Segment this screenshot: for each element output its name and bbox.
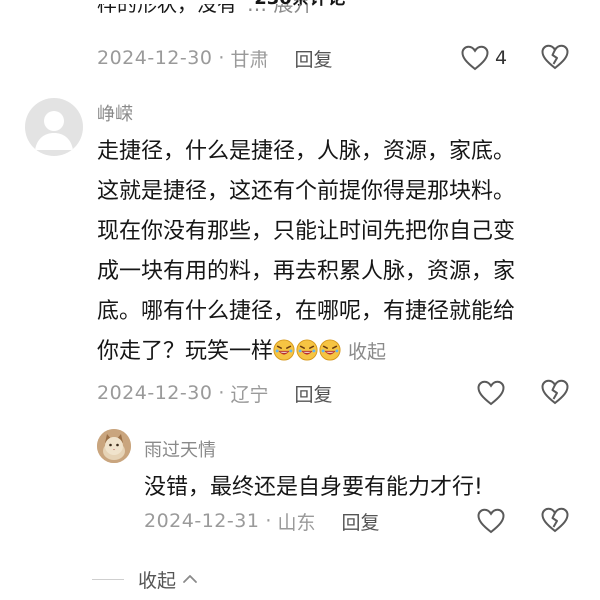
reply-button[interactable]: 回复 bbox=[341, 508, 379, 535]
comment-date: 2024-12-31 bbox=[144, 510, 260, 532]
heart-icon bbox=[461, 45, 489, 71]
comment-meta: 2024-12-30 · 辽宁 回复 bbox=[97, 379, 333, 407]
prev-comment-text-fragment: 样的形状，没有 bbox=[97, 4, 237, 16]
comment-thread: 230条评论 样的形状，没有… 展开 2024-12-30 · 甘肃 回复 4 … bbox=[0, 0, 600, 600]
cat-avatar-icon bbox=[97, 429, 131, 463]
broken-heart-icon bbox=[541, 44, 569, 70]
avatar[interactable] bbox=[25, 98, 83, 156]
meta-separator: · bbox=[218, 382, 225, 404]
like-count: 4 bbox=[495, 47, 508, 69]
broken-heart-icon bbox=[541, 507, 569, 533]
reply-text: 没错，最终还是自身要有能力才行! bbox=[144, 475, 483, 500]
like-button[interactable]: 4 bbox=[461, 44, 507, 72]
default-user-icon bbox=[35, 111, 73, 150]
reply-meta: 2024-12-31 · 山东 回复 bbox=[144, 507, 380, 535]
dislike-button[interactable] bbox=[541, 379, 569, 407]
comment-username[interactable]: 峥嵘 bbox=[97, 100, 133, 126]
reply-username[interactable]: 雨过天情 bbox=[144, 436, 216, 462]
dislike-button[interactable] bbox=[541, 507, 569, 535]
comment-line: 现在你没有那些，只能让时间先把你自己变 bbox=[97, 219, 516, 244]
broken-heart-icon bbox=[541, 379, 569, 405]
comment-date: 2024-12-30 bbox=[97, 382, 213, 404]
divider-line bbox=[92, 578, 124, 580]
collapse-text-button[interactable]: 收起 bbox=[348, 341, 386, 363]
prev-comment-text: 样的形状，没有 … 展开 bbox=[97, 4, 313, 24]
chevron-up-icon bbox=[183, 575, 197, 583]
comment-line: 底。哪有什么捷径，在哪呢，有捷径就能给 bbox=[97, 299, 516, 324]
comment-location: 辽宁 bbox=[230, 383, 269, 406]
comment-line: 走捷径，什么是捷径，人脉，资源，家底。 bbox=[97, 139, 516, 164]
heart-icon bbox=[477, 508, 505, 534]
collapse-replies-label: 收起 bbox=[138, 569, 177, 592]
heart-icon bbox=[477, 380, 505, 406]
comment-line: 这就是捷径，这还有个前提你得是那块料。 bbox=[97, 179, 516, 204]
expand-link[interactable]: … 展开 bbox=[247, 4, 313, 16]
comment-line: 你走了？玩笑一样 bbox=[97, 339, 274, 364]
dislike-button[interactable] bbox=[541, 44, 569, 72]
like-button[interactable] bbox=[477, 507, 505, 535]
comment-date: 2024-12-30 bbox=[97, 47, 213, 69]
reply-button[interactable]: 回复 bbox=[294, 380, 332, 407]
collapse-replies-button[interactable]: 收起 bbox=[92, 566, 198, 592]
laughing-emoji-icon bbox=[319, 339, 341, 361]
like-button[interactable] bbox=[477, 379, 505, 407]
prev-comment-meta: 2024-12-30 · 甘肃 回复 bbox=[97, 44, 333, 72]
reply-avatar[interactable] bbox=[97, 429, 131, 463]
comment-location: 甘肃 bbox=[230, 48, 269, 71]
meta-separator: · bbox=[265, 510, 272, 532]
comment-text: 走捷径，什么是捷径，人脉，资源，家底。 这就是捷径，这还有个前提你得是那块料。 … bbox=[97, 132, 567, 372]
comment-location: 山东 bbox=[277, 511, 316, 534]
laughing-emoji-icon bbox=[273, 339, 295, 361]
reply-button[interactable]: 回复 bbox=[294, 45, 332, 72]
comment-line: 成一块有用的料，再去积累人脉，资源，家 bbox=[97, 259, 516, 284]
meta-separator: · bbox=[218, 47, 225, 69]
comment-last-line: 你走了？玩笑一样 收起 bbox=[97, 332, 567, 372]
laughing-emoji-icon bbox=[296, 339, 318, 361]
